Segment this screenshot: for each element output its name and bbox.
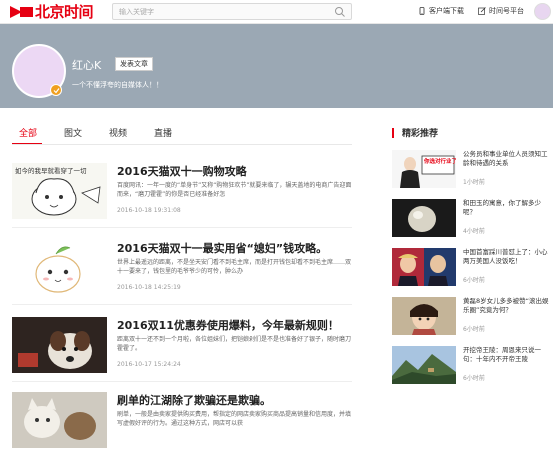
publish-article-button[interactable]: 发表文章 (115, 57, 153, 71)
recommend-text[interactable]: 黄磊8岁女儿多多被赞“滚出娱乐圈”究竟为何？ (463, 297, 551, 315)
profile-name: 红心K (72, 59, 102, 72)
article-thumbnail (12, 317, 107, 373)
top-header: 北京时间 客户端下载 时间号平台 (0, 0, 553, 24)
cat-photo-image (12, 392, 107, 448)
site-logo[interactable]: 北京时间 (8, 3, 94, 21)
dog-photo-image (12, 317, 107, 373)
tab-all[interactable]: 全部 (19, 126, 37, 144)
politicians-photo-image (392, 248, 456, 286)
recommend-time: 4小时前 (463, 228, 485, 235)
article-divider (12, 304, 352, 305)
search-box (112, 3, 352, 20)
phone-icon (419, 7, 425, 15)
article-summary: 刷单，一般是由卖家提供购买费用，帮指定的网店卖家购买商品提高销量和信用度，并填写… (117, 411, 352, 427)
play-logo-icon (10, 6, 33, 18)
cartoon-face-image: 如今的我早就看穿了一切 (15, 166, 101, 216)
edit-icon (478, 7, 486, 15)
tab-video[interactable]: 视频 (109, 126, 127, 144)
content-tabs: 全部 图文 视频 直播 (12, 126, 352, 145)
search-input[interactable] (119, 5, 329, 18)
article-summary: 世界上最遥远的距离，不是坐天安门看不到毛主席，而是打开钱包却看不到毛主席……双十… (117, 259, 352, 275)
article-item[interactable]: 刷单的江湖除了欺骗还是欺骗。 刷单，一般是由卖家提供购买费用，帮指定的网店卖家购… (12, 392, 352, 460)
recommend-accent-bar (392, 128, 394, 138)
client-download-link[interactable]: 客户端下载 (418, 6, 464, 16)
recommend-text[interactable]: 中国首富踩川普怼上了：小心两万美国人没饭吃！ (463, 248, 551, 266)
recommend-thumbnail (392, 199, 456, 237)
article-thumbnail (12, 392, 107, 448)
logo-text: 北京时间 (35, 3, 94, 21)
girl-photo-image (392, 297, 456, 335)
recommend-time: 6小时前 (463, 277, 485, 284)
article-summary: 百度网讯：一年一度的“单身节”又称“购物狂欢节”就要来临了，辗天盖地的电商广告迎… (117, 182, 352, 198)
recommend-item[interactable]: 中国首富踩川普怼上了：小心两万美国人没饭吃！ 6小时前 (392, 248, 552, 290)
article-title[interactable]: 2016天猫双十一购物攻略 (117, 163, 247, 179)
verified-badge (50, 84, 62, 96)
recommend-header: 精彩推荐 (392, 126, 547, 140)
tab-image-text[interactable]: 图文 (64, 126, 82, 144)
article-date: 2016-10-17 15:24:24 (117, 361, 181, 368)
article-title[interactable]: 2016双11优惠券使用爆料，今年最新规则！ (117, 317, 339, 333)
article-item[interactable]: 如今的我早就看穿了一切 2016天猫双十一购物攻略 百度网讯：一年一度的“单身节… (12, 163, 352, 231)
mountain-photo-image (392, 346, 456, 384)
recommend-text[interactable]: 开挖帝王陵：周恩来只说一句：十年内不开帝王陵 (463, 346, 551, 364)
article-thumbnail (12, 240, 107, 296)
recommend-item[interactable]: 开挖帝王陵：周恩来只说一句：十年内不开帝王陵 6小时前 (392, 346, 552, 388)
article-date: 2016-10-18 14:25:19 (117, 284, 181, 291)
platform-link[interactable]: 时间号平台 (478, 6, 524, 16)
recommend-item[interactable]: 和田玉的寓意，你了解多少呢？ 4小时前 (392, 199, 552, 241)
recommend-thumbnail: 你选对行业了吗？ (392, 150, 456, 188)
article-thumbnail: 如今的我早就看穿了一切 (12, 163, 107, 219)
recommend-time: 6小时前 (463, 326, 485, 333)
user-avatar[interactable] (534, 3, 551, 20)
recommend-thumbnail (392, 297, 456, 335)
recommend-item[interactable]: 黄磊8岁女儿多多被赞“滚出娱乐圈”究竟为何？ 6小时前 (392, 297, 552, 339)
article-divider (12, 381, 352, 382)
article-title[interactable]: 2016天猫双十一最实用省“媳妇”钱攻略。 (117, 240, 327, 256)
profile-description: 一个不懂浮夸的自媒体人！！ (72, 81, 163, 89)
client-download-label: 客户端下载 (429, 7, 464, 15)
search-icon[interactable] (334, 6, 346, 18)
recommend-thumbnail (392, 248, 456, 286)
recommend-text[interactable]: 和田玉的寓意，你了解多少呢？ (463, 199, 551, 217)
poster-caption: 你选对行业了吗？ (423, 157, 456, 165)
article-divider (12, 227, 352, 228)
recommend-thumbnail (392, 346, 456, 384)
article-item[interactable]: 2016双11优惠券使用爆料，今年最新规则！ 距离双十一还不到一个月啦，各位姐妹… (12, 317, 352, 385)
tabs-divider (12, 144, 352, 145)
career-poster-image: 你选对行业了吗？ (392, 150, 456, 188)
recommend-item[interactable]: 你选对行业了吗？ 公务员和事业单位人员须知工龄和待遇的关系 1小时前 (392, 150, 552, 192)
article-summary: 距离双十一还不到一个月啦，各位姐妹们，把铠娘剁们是不是也准备好了银子，随时磨刀霍… (117, 336, 352, 352)
recommend-title: 精彩推荐 (402, 129, 439, 139)
platform-label: 时间号平台 (489, 7, 524, 15)
recommend-time: 6小时前 (463, 375, 485, 382)
article-title[interactable]: 刷单的江湖除了欺骗还是欺骗。 (117, 392, 271, 408)
cartoon-bun-image (35, 246, 81, 293)
jade-photo-image (392, 199, 456, 237)
recommend-time: 1小时前 (463, 179, 485, 186)
recommend-text[interactable]: 公务员和事业单位人员须知工龄和待遇的关系 (463, 150, 551, 168)
article-date: 2016-10-18 19:31:08 (117, 207, 181, 214)
thumb-caption: 如今的我早就看穿了一切 (15, 166, 87, 175)
article-item[interactable]: 2016天猫双十一最实用省“媳妇”钱攻略。 世界上最遥远的距离，不是坐天安门看不… (12, 240, 352, 308)
check-icon (53, 88, 60, 94)
tab-live[interactable]: 直播 (154, 126, 172, 144)
